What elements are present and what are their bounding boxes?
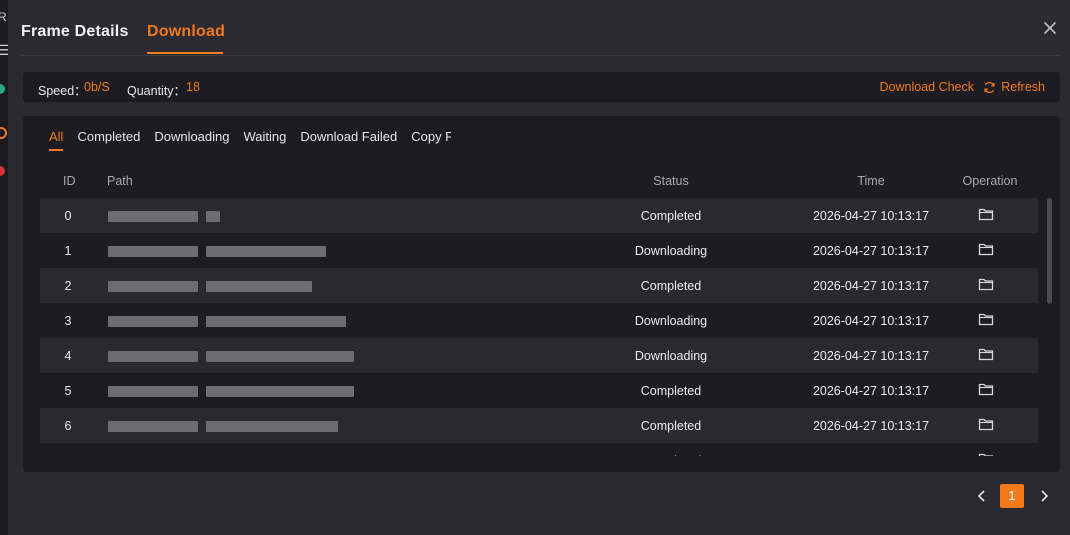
row-status: Completed bbox=[640, 209, 702, 223]
menu-icon: ☰ bbox=[0, 42, 8, 58]
table-row: 6 Completed 2026-04-27 10:13:17 bbox=[40, 408, 1038, 443]
table-header: ID Path Status Time Operation bbox=[40, 173, 1038, 193]
download-list-panel: All Completed Downloading Waiting Downlo… bbox=[23, 116, 1060, 472]
column-header-id: ID bbox=[63, 174, 76, 188]
pagination: 1 bbox=[8, 484, 1070, 508]
table-row: 7 Completed 2026-04-27 10:13:17 bbox=[40, 443, 1038, 456]
folder-icon[interactable] bbox=[978, 242, 996, 258]
filter-copy-failed[interactable]: Copy F bbox=[411, 129, 451, 151]
column-header-operation: Operation bbox=[962, 174, 1018, 188]
active-tab-indicator bbox=[147, 52, 223, 54]
row-id: 0 bbox=[64, 209, 72, 223]
row-status: Downloading bbox=[634, 349, 708, 363]
folder-icon[interactable] bbox=[978, 452, 996, 456]
row-time: 2026-04-27 10:13:17 bbox=[812, 314, 930, 328]
folder-icon[interactable] bbox=[978, 312, 996, 328]
table-row: 2 Completed 2026-04-27 10:13:17 bbox=[40, 268, 1038, 303]
folder-icon[interactable] bbox=[978, 207, 996, 223]
tab-download[interactable]: Download bbox=[147, 23, 225, 41]
column-header-time: Time bbox=[857, 174, 885, 188]
refresh-button[interactable]: Refresh bbox=[983, 80, 1045, 94]
refresh-label: Refresh bbox=[1001, 80, 1045, 94]
row-id: 2 bbox=[64, 279, 72, 293]
row-status: Completed bbox=[616, 454, 726, 456]
background-app-title: R bbox=[0, 10, 7, 24]
row-id: 4 bbox=[64, 349, 72, 363]
folder-icon[interactable] bbox=[978, 417, 996, 433]
close-icon[interactable] bbox=[1040, 18, 1060, 38]
filter-all[interactable]: All bbox=[49, 129, 64, 151]
filter-waiting[interactable]: Waiting bbox=[244, 129, 287, 151]
folder-icon[interactable] bbox=[978, 277, 996, 293]
status-filter-tabs: All Completed Downloading Waiting Downlo… bbox=[49, 129, 465, 151]
row-time: 2026-04-27 10:13:17 bbox=[812, 349, 930, 363]
chevron-left-icon[interactable] bbox=[975, 488, 989, 509]
app-icon-red bbox=[0, 166, 5, 176]
row-time: 2026-04-27 10:13:17 bbox=[812, 209, 930, 223]
header-divider bbox=[21, 55, 1061, 56]
speed-label: Speed： bbox=[38, 84, 87, 98]
row-time: 2026-04-27 10:13:17 bbox=[812, 244, 930, 258]
row-time: 2026-04-27 10:13:17 bbox=[812, 419, 930, 433]
table-row: 4 Downloading 2026-04-27 10:13:17 bbox=[40, 338, 1038, 373]
filter-download-failed[interactable]: Download Failed bbox=[300, 129, 397, 151]
table-body: 0 Completed 2026-04-27 10:13:17 1 Downloadin… bbox=[40, 198, 1038, 456]
column-header-path: Path bbox=[107, 174, 133, 188]
row-id: 7 bbox=[62, 454, 74, 456]
row-status: Completed bbox=[640, 384, 702, 398]
background-app-strip: R ☰ bbox=[0, 0, 8, 535]
row-status: Completed bbox=[640, 419, 702, 433]
table-row: 1 Downloading 2026-04-27 10:13:17 bbox=[40, 233, 1038, 268]
row-status: Downloading bbox=[634, 314, 708, 328]
modal-header: Frame Details Download bbox=[8, 0, 1070, 56]
download-modal: Frame Details Download Speed： 0b/S Quant… bbox=[8, 0, 1070, 535]
row-id: 3 bbox=[64, 314, 72, 328]
folder-icon[interactable] bbox=[978, 382, 996, 398]
row-status: Downloading bbox=[634, 244, 708, 258]
chevron-right-icon[interactable] bbox=[1037, 488, 1051, 509]
row-time: 2026-04-27 10:13:17 bbox=[812, 279, 930, 293]
folder-icon[interactable] bbox=[978, 347, 996, 363]
column-header-status: Status bbox=[653, 174, 689, 188]
row-time: 2026-04-27 10:13:17 bbox=[781, 454, 961, 456]
download-info-bar: Speed： 0b/S Quantity： 18 Download Check … bbox=[23, 72, 1060, 102]
filter-downloading[interactable]: Downloading bbox=[154, 129, 229, 151]
filter-completed[interactable]: Completed bbox=[77, 129, 140, 151]
row-time: 2026-04-27 10:13:17 bbox=[812, 384, 930, 398]
refresh-icon bbox=[983, 81, 996, 94]
row-id: 5 bbox=[64, 384, 72, 398]
app-icon-teal bbox=[0, 84, 5, 94]
page-button-current[interactable]: 1 bbox=[1000, 484, 1024, 508]
row-id: 1 bbox=[64, 244, 72, 258]
tab-frame-details[interactable]: Frame Details bbox=[21, 23, 129, 41]
table-row: 0 Completed 2026-04-27 10:13:17 bbox=[40, 198, 1038, 233]
table-row: 3 Downloading 2026-04-27 10:13:17 bbox=[40, 303, 1038, 338]
quantity-value: 18 bbox=[186, 80, 200, 94]
speed-value: 0b/S bbox=[84, 80, 110, 94]
table-row: 5 Completed 2026-04-27 10:13:17 bbox=[40, 373, 1038, 408]
app-icon-orange bbox=[0, 127, 7, 139]
download-check-button[interactable]: Download Check bbox=[880, 80, 975, 94]
row-id: 6 bbox=[64, 419, 72, 433]
quantity-label: Quantity： bbox=[127, 84, 187, 98]
row-status: Completed bbox=[640, 279, 702, 293]
table-scrollbar[interactable] bbox=[1047, 198, 1052, 304]
